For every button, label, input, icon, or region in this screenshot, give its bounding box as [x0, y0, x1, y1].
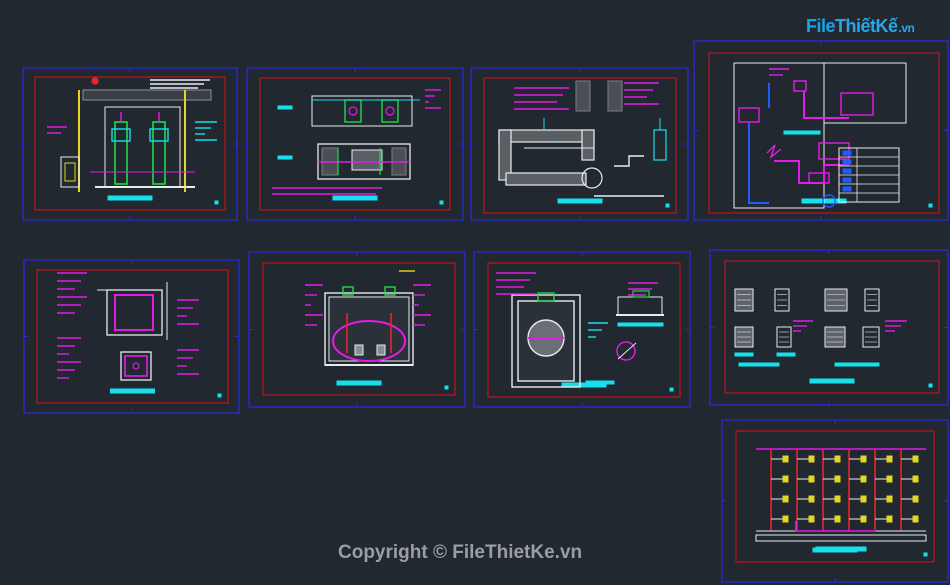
sheet-4-piping-schematic [693, 40, 949, 221]
sheet-9-riser-diagram [721, 419, 949, 583]
logo-text-rest: ThiếtKế [835, 15, 898, 36]
sheet-2-tank-plan-and-section [246, 67, 464, 221]
sheet-5-pit-plan [23, 259, 240, 414]
sheet-8-equipment-details [709, 249, 949, 406]
logo-text-file: File [806, 15, 836, 36]
filethietke-logo: FileThiếtKế.vn [806, 12, 928, 40]
sheet-7-manhole-section [473, 251, 691, 408]
sheet-3-pipe-detail [470, 67, 689, 221]
sheet-6-tank-cross-section [248, 251, 466, 408]
sheet-1-pump-station-section [22, 67, 238, 221]
cad-drawing-canvas [22, 40, 949, 583]
copyright-watermark: Copyright © FileThietKe.vn [338, 542, 583, 563]
logo-text-vn: .vn [898, 20, 915, 35]
